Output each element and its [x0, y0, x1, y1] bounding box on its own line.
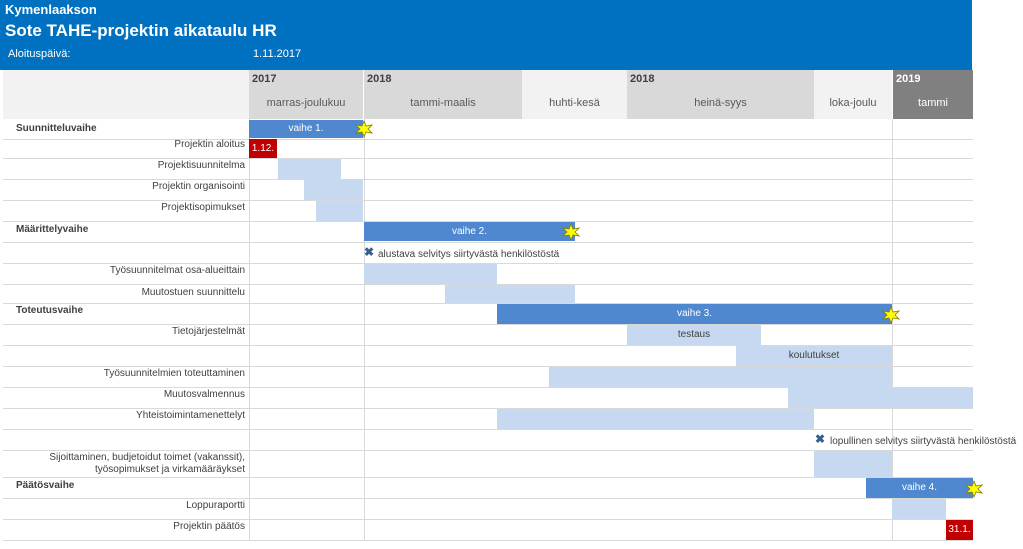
task-label: Loppuraportti	[0, 500, 248, 512]
task-bar-yhteistoiminta	[497, 409, 814, 429]
phase-bar-vaihe2: vaihe 2.	[364, 222, 575, 241]
start-marker: 1.12.	[249, 139, 277, 158]
task-label: Projektisuunnitelma	[0, 160, 248, 172]
x-marker-icon: ✖	[364, 245, 375, 259]
period-label: tammi	[918, 97, 948, 109]
phase-label-toteutusvaihe: Toteutusvaihe	[16, 305, 84, 316]
task-bar-projektisopimukset	[316, 201, 363, 221]
x-marker-icon: ✖	[815, 432, 826, 446]
task-label: Projektin aloitus	[0, 139, 248, 151]
task-label-text: Loppuraportti	[186, 500, 245, 511]
task-label: Muutosvalmennus	[0, 389, 248, 401]
bar-label: testaus	[677, 329, 711, 340]
task-label-text: Projektin aloitus	[174, 139, 245, 150]
label-header-cell	[3, 70, 249, 119]
task-label: Projektin organisointi	[0, 181, 248, 193]
task-label: Työsuunnitelmien toteuttaminen	[0, 368, 248, 380]
task-bar-muutostuen	[445, 285, 575, 303]
task-label: Sijoittaminen, budjetoidut toimet (vakan…	[0, 452, 248, 476]
task-bar-koulutukset: koulutukset	[736, 346, 892, 366]
start-date-label: Aloituspäivä:	[8, 48, 71, 60]
task-label-text: työsopimukset ja virkamääräykset	[94, 464, 245, 475]
period-header-tammi-maalis: 2018 tammi-maalis	[364, 70, 522, 119]
period-header-marras: 2017 marras-joulukuu	[249, 70, 363, 119]
task-label: Projektisopimukset	[0, 202, 248, 214]
bar-label: vaihe 2.	[451, 226, 488, 237]
task-label: Projektin päätös	[0, 521, 248, 533]
task-label-text: Muutostuen suunnittelu	[141, 287, 245, 298]
milestone-star-icon	[562, 223, 580, 241]
task-bar-projektisuunnitelma	[278, 159, 341, 179]
phase-label-maarittelyvaihe: Määrittelyvaihe	[16, 224, 89, 235]
note-alustava: alustava selvitys siirtyvästä henkilöstö…	[378, 249, 560, 260]
period-label: heinä-syys	[694, 97, 747, 109]
bar-label: vaihe 1.	[288, 123, 324, 134]
milestone-star-icon	[355, 120, 373, 138]
task-bar-tyosuunnitelmat	[364, 264, 497, 284]
task-label-text: Tietojärjestelmät	[172, 326, 245, 337]
year-label: 2017	[252, 73, 277, 85]
bar-label: koulutukset	[788, 350, 840, 361]
period-header-loka: loka-joulu	[814, 70, 892, 119]
marker-label: 1.12.	[251, 143, 275, 154]
period-header-huhti: huhti-kesä	[522, 70, 627, 119]
period-header-heina: 2018 heinä-syys	[627, 70, 814, 119]
task-label-text: Muutosvalmennus	[163, 389, 245, 400]
milestone-star-icon	[965, 480, 983, 498]
gantt-sheet: Kymenlaakson Sote TAHE-projektin aikatau…	[0, 0, 1023, 549]
bar-label: vaihe 3.	[676, 308, 713, 319]
task-label: Yhteistoimintamenettelyt	[0, 410, 248, 422]
task-label-text: Projektisopimukset	[161, 202, 245, 213]
task-label: Muutostuen suunnittelu	[0, 287, 248, 299]
task-label-text: Sijoittaminen, budjetoidut toimet (vakan…	[49, 452, 245, 463]
task-bar-projektin-organisointi	[304, 180, 363, 200]
phase-label-suunnitteluvaihe: Suunnitteluvaihe	[16, 123, 97, 134]
task-label-text: Projektin päätös	[173, 521, 245, 532]
marker-label: 31.1.	[948, 524, 971, 535]
task-bar-sijoittaminen	[814, 451, 892, 477]
task-label-text: Työsuunnitelmat osa-alueittain	[109, 265, 245, 276]
task-bar-testaus: testaus	[627, 325, 761, 345]
task-label-text: Projektin organisointi	[152, 181, 245, 192]
start-date-value: 1.11.2017	[253, 48, 302, 60]
phase-label-paatosvaihe: Päätösvaihe	[16, 480, 75, 491]
period-label: huhti-kesä	[549, 97, 600, 109]
year-label: 2018	[367, 73, 392, 85]
company-name: Kymenlaakson	[5, 2, 97, 17]
period-label: marras-joulukuu	[266, 97, 346, 109]
phase-bar-vaihe4: vaihe 4.	[866, 478, 973, 498]
phase-bar-vaihe3: vaihe 3.	[497, 304, 892, 324]
bar-label: vaihe 4.	[901, 482, 938, 493]
title-header: Kymenlaakson Sote TAHE-projektin aikatau…	[0, 0, 972, 70]
note-lopullinen: lopullinen selvitys siirtyvästä henkilös…	[830, 436, 1017, 447]
task-label-text: Työsuunnitelmien toteuttaminen	[103, 368, 245, 379]
task-bar-loppuraportti	[892, 499, 946, 519]
task-label: Tietojärjestelmät	[0, 326, 248, 338]
year-label: 2018	[630, 73, 655, 85]
milestone-star-icon	[882, 306, 900, 324]
task-label-text: Projektisuunnitelma	[157, 160, 245, 171]
page-title: Sote TAHE-projektin aikataulu HR	[5, 21, 277, 40]
year-label: 2019	[896, 73, 921, 85]
task-bar-tyosuunnitelmien	[549, 367, 892, 387]
period-label: tammi-maalis	[410, 97, 476, 109]
task-bar-muutosvalmennus	[788, 388, 973, 408]
phase-bar-vaihe1: vaihe 1.	[249, 120, 363, 138]
task-label-text: Yhteistoimintamenettelyt	[136, 410, 245, 421]
end-marker: 31.1.	[946, 520, 973, 540]
task-label: Työsuunnitelmat osa-alueittain	[0, 265, 248, 277]
period-header-tammi-2019: 2019 tammi	[893, 70, 973, 119]
period-label: loka-joulu	[829, 97, 877, 109]
